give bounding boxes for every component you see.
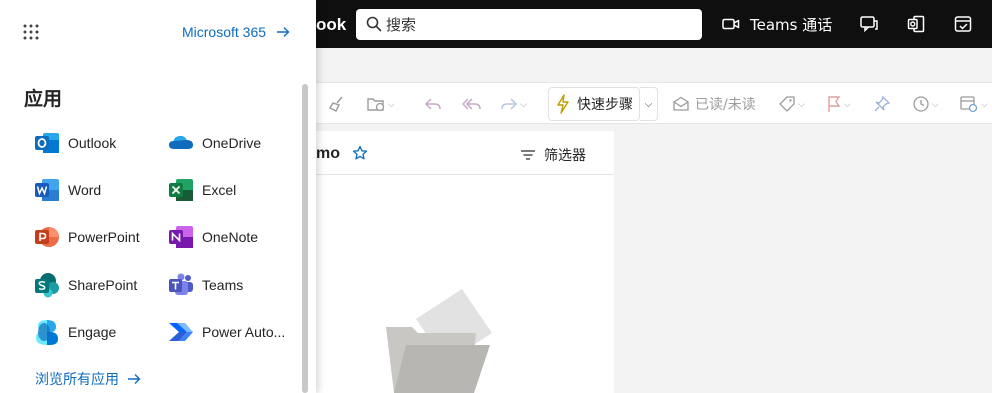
app-label: OneNote [202,229,259,245]
empty-folder-illustration [386,289,492,393]
search-icon [366,16,382,32]
snooze-button[interactable]: ⌵ [912,92,939,116]
filter-button[interactable]: 筛选器 [520,145,586,165]
app-launcher-panel: Microsoft 365 应用 Outlook OneDrive Word E… [0,0,316,393]
app-label: Outlook [68,135,117,151]
microsoft-365-label: Microsoft 365 [182,24,267,40]
office-icon [907,15,925,33]
app-label: Engage [68,324,117,340]
apps-heading: 应用 [24,88,63,110]
browse-all-apps-label: 浏览所有应用 [35,372,119,388]
quick-steps-button[interactable]: 快速步骤 [548,87,640,121]
quick-steps-dropdown[interactable]: ⌵ [640,87,658,121]
app-label: Excel [202,182,237,198]
app-teams[interactable]: Teams [168,270,298,300]
app-outlook[interactable]: Outlook [34,128,164,158]
reply-all-button[interactable] [462,92,482,116]
forward-button[interactable]: ⌵ [500,92,527,116]
chevron-down-icon: ⌵ [520,98,527,109]
rules-icon [960,96,978,113]
engage-icon [36,320,58,345]
reply-all-icon [462,98,481,110]
arrow-right-icon [128,374,141,384]
chevron-down-icon: ⌵ [798,98,805,109]
rules-button[interactable]: ⌵ [959,92,988,116]
onenote-icon [169,226,193,248]
message-list-panel: mo 筛选器 [300,131,614,393]
filter-icon [521,150,535,160]
chevron-down-icon: ⌵ [981,98,988,109]
message-list-header: mo 筛选器 [300,131,614,175]
app-power-automate[interactable]: Power Auto... [168,317,298,347]
quick-steps-label: 快速步骤 [577,97,633,113]
app-sharepoint[interactable]: SharePoint [34,270,164,300]
chevron-down-icon: ⌵ [844,98,851,109]
app-onedrive[interactable]: OneDrive [168,128,298,158]
word-icon [35,179,59,201]
envelope-open-icon [673,96,689,111]
app-onenote[interactable]: OneNote [168,222,298,252]
chevron-down-icon: ⌵ [388,98,395,109]
clock-icon [913,96,929,112]
powerpoint-icon [35,227,59,247]
onedrive-icon [169,136,193,149]
teams-call-button[interactable]: Teams 通话 [722,12,832,36]
app-label: PowerPoint [68,229,140,245]
read-unread-button[interactable]: 已读/未读 [672,92,756,116]
app-label: OneDrive [202,135,262,151]
app-label: SharePoint [68,277,138,293]
teams-icon [169,273,193,295]
filter-label: 筛选器 [544,148,586,164]
teams-call-label: Teams 通话 [750,15,833,34]
app-launcher-icon[interactable] [23,24,39,40]
chat-button[interactable] [859,12,879,36]
chevron-down-icon: ⌵ [932,98,939,109]
read-unread-label: 已读/未读 [695,97,756,113]
app-label: Word [68,182,102,198]
search-input[interactable] [386,9,686,40]
pin-button[interactable] [873,92,891,116]
app-label: Teams [202,277,244,293]
outlook-icon [35,133,59,153]
forward-icon [501,98,518,110]
app-engage[interactable]: Engage [34,317,164,347]
lightning-icon [557,94,569,114]
chat-icon [860,16,878,33]
folder-title: mo [316,145,340,162]
app-excel[interactable]: Excel [168,175,298,205]
tag-icon [779,96,795,112]
move-to-button[interactable]: ⌵ [366,92,395,116]
app-label: Power Auto... [202,324,286,340]
star-icon[interactable] [352,145,368,161]
drawer-scrollbar[interactable] [302,84,308,393]
office-button[interactable] [906,12,926,36]
chevron-down-icon: ⌵ [644,98,653,110]
folder-move-icon [367,98,385,112]
app-word[interactable]: Word [34,175,164,205]
broom-icon [329,96,343,112]
reply-icon [424,98,441,110]
app-powerpoint[interactable]: PowerPoint [34,222,164,252]
flag-button[interactable]: ⌵ [826,92,851,116]
power-automate-icon [169,323,193,341]
arrow-right-icon [277,27,290,37]
pin-icon [874,95,891,112]
video-icon [722,18,740,30]
sweep-button[interactable] [328,92,346,116]
flag-icon [828,96,841,112]
sharepoint-icon [35,273,59,298]
excel-icon [169,179,193,201]
todo-button[interactable] [953,12,973,36]
browse-all-apps-link[interactable]: 浏览所有应用 [35,369,141,389]
app-title: ook [316,15,347,34]
todo-icon [954,16,972,32]
search-box[interactable] [356,9,702,40]
reply-button[interactable] [424,92,442,116]
microsoft-365-link[interactable]: Microsoft 365 [182,24,290,40]
tag-button[interactable]: ⌵ [778,92,805,116]
